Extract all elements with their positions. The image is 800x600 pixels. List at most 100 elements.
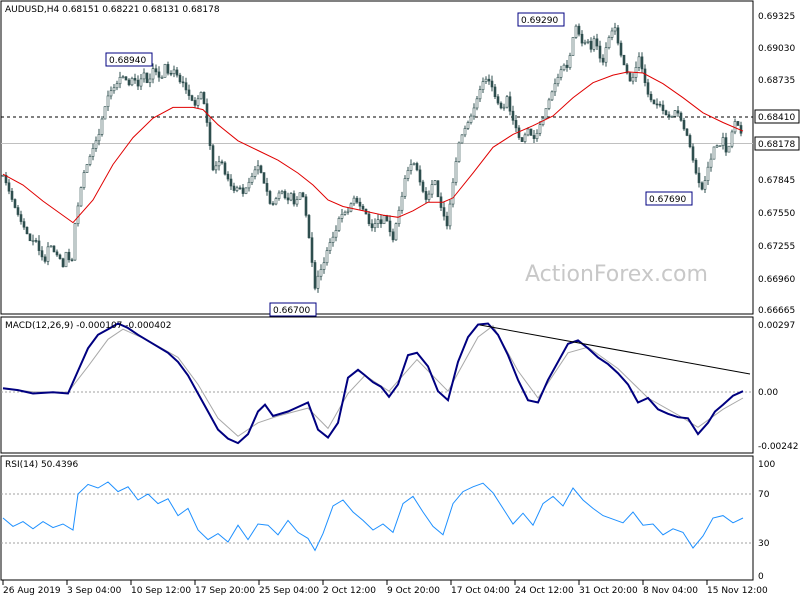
- candle-body: [331, 236, 335, 243]
- svg-text:0.67550: 0.67550: [758, 209, 795, 219]
- candle-body: [292, 193, 296, 205]
- candle-body: [706, 166, 710, 181]
- candle-body: [454, 161, 458, 183]
- svg-text:0.66665: 0.66665: [758, 306, 795, 316]
- candle-body: [730, 131, 734, 147]
- candle-body: [46, 246, 50, 262]
- candle-body: [493, 86, 497, 97]
- candle-body: [592, 38, 596, 50]
- candle-body: [508, 96, 512, 112]
- candle-body: [109, 90, 113, 97]
- candle-body: [229, 178, 233, 187]
- candle-body: [646, 82, 650, 95]
- rsi-axis: 100 70 30 0: [758, 460, 775, 582]
- candle-body: [472, 107, 476, 117]
- candle-body: [184, 82, 188, 91]
- candle-body: [583, 41, 587, 44]
- candle-body: [598, 45, 602, 59]
- candle-body: [604, 47, 608, 63]
- svg-text:17 Sep 20:00: 17 Sep 20:00: [195, 586, 255, 596]
- svg-text:25 Sep 04:00: 25 Sep 04:00: [259, 586, 319, 596]
- candle-body: [106, 95, 110, 108]
- candle-body: [115, 83, 119, 89]
- time-axis: 26 Aug 2019 3 Sep 04:00 10 Sep 12:00 17 …: [2, 580, 768, 596]
- candle-body: [58, 254, 62, 260]
- candle-body: [715, 145, 719, 148]
- candle-body: [145, 72, 149, 83]
- candle-body: [442, 207, 446, 217]
- candle-body: [415, 163, 419, 171]
- svg-text:24 Oct 12:00: 24 Oct 12:00: [515, 586, 574, 596]
- candle-body: [544, 108, 548, 119]
- svg-text:2 Oct 12:00: 2 Oct 12:00: [323, 586, 376, 596]
- candle-body: [88, 156, 92, 165]
- candle-body: [82, 172, 86, 188]
- candle-body: [721, 137, 725, 146]
- svg-text:-0.00242: -0.00242: [758, 442, 798, 452]
- candle-body: [460, 134, 464, 144]
- candle-body: [622, 54, 626, 66]
- candle-body: [565, 64, 569, 68]
- candle-body: [739, 125, 743, 134]
- candle-body: [655, 103, 659, 106]
- candle-body: [649, 93, 653, 101]
- candle-body: [673, 110, 677, 117]
- svg-text:0.68178: 0.68178: [758, 140, 795, 150]
- candle-body: [172, 69, 176, 75]
- svg-text:0.67690: 0.67690: [649, 195, 686, 205]
- candle-body: [436, 180, 440, 198]
- svg-text:0.00: 0.00: [758, 388, 778, 398]
- macd-panel-header: MACD(12,26,9) -0.000107 -0.000402: [5, 321, 171, 331]
- candle-body: [547, 99, 551, 109]
- candle-body: [61, 258, 65, 268]
- candle-body: [67, 251, 71, 261]
- level-box-oct-low: 0.66700: [269, 302, 317, 317]
- candle-body: [328, 242, 332, 251]
- candle-body: [154, 68, 158, 73]
- svg-text:30: 30: [758, 539, 770, 549]
- candle-body: [595, 38, 599, 47]
- candle-body: [169, 72, 173, 75]
- candle-body: [295, 199, 299, 205]
- candle-body: [517, 127, 521, 138]
- candle-body: [226, 173, 230, 180]
- candle-body: [298, 192, 302, 200]
- candle-body: [181, 81, 185, 84]
- level-box-nov-low: 0.67690: [645, 191, 693, 206]
- candle-body: [28, 233, 32, 242]
- candle-body: [124, 76, 128, 81]
- candle-body: [301, 192, 305, 198]
- candle-body: [22, 221, 26, 228]
- candle-body: [424, 191, 428, 200]
- candle-body: [421, 181, 425, 192]
- candle-body: [451, 181, 455, 205]
- candle-body: [118, 76, 122, 85]
- candle-body: [688, 135, 692, 148]
- candle-body: [76, 205, 80, 225]
- candle-body: [490, 80, 494, 88]
- svg-text:0.69030: 0.69030: [758, 44, 795, 54]
- candle-body: [430, 184, 434, 195]
- candle-body: [697, 172, 701, 184]
- candle-body: [133, 78, 137, 81]
- candle-body: [70, 259, 74, 262]
- candle-body: [142, 72, 146, 80]
- candle-body: [718, 145, 722, 147]
- candle-body: [214, 165, 218, 171]
- candle-body: [619, 42, 623, 56]
- candle-body: [733, 121, 737, 133]
- candle-body: [235, 187, 239, 191]
- svg-text:17 Oct 04:00: 17 Oct 04:00: [451, 586, 510, 596]
- candle-body: [628, 72, 632, 82]
- candle-body: [496, 96, 500, 104]
- candle-body: [199, 92, 203, 100]
- candle-body: [652, 99, 656, 105]
- price-axis: 0.69325 0.69030 0.68735 0.67845 0.67550 …: [758, 12, 795, 316]
- candle-body: [325, 250, 329, 264]
- candle-body: [475, 98, 479, 109]
- candle-body: [478, 89, 482, 100]
- candle-body: [52, 245, 56, 253]
- svg-text:0.68940: 0.68940: [109, 56, 146, 66]
- svg-text:100: 100: [758, 460, 775, 470]
- candle-body: [376, 219, 380, 225]
